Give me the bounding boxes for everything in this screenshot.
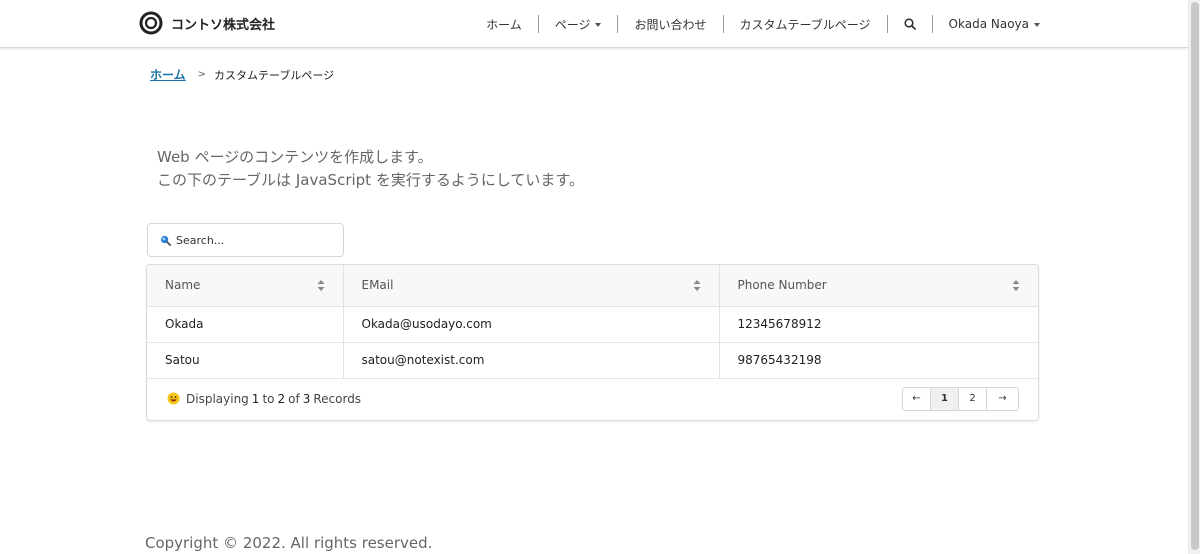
intro-text: Web ページのコンテンツを作成します。 この下のテーブルは JavaScrip… [157, 146, 584, 192]
breadcrumb-separator: > [197, 69, 207, 80]
records-summary: Displaying 1 to 2 of 3 Records [167, 392, 361, 406]
cell-phone: 98765432198 [719, 342, 1038, 379]
nav-custom-table-label: カスタムテーブルページ [739, 17, 871, 32]
sort-icon[interactable] [317, 279, 325, 292]
top-navbar: コントソ株式会社 ホーム ページ お問い合わせ カスタムテーブルページ Okad… [0, 0, 1188, 48]
page-button-2[interactable]: 2 [959, 387, 987, 410]
cell-name: Okada [147, 306, 344, 343]
search-icon [903, 18, 916, 30]
intro-line-1: Web ページのコンテンツを作成します。 [157, 148, 433, 166]
next-page-button[interactable]: → [987, 388, 1018, 410]
records-prefix: Displaying [186, 391, 249, 406]
records-suffix: Records [313, 391, 362, 406]
records-table: Name EMail Phone Number Okada Okada@usod… [146, 264, 1039, 421]
column-header-email-label: EMail [361, 278, 394, 293]
sort-icon[interactable] [1012, 279, 1020, 292]
user-name: Okada Naoya [948, 17, 1029, 31]
intro-line-2: この下のテーブルは JavaScript を実行するようにしています。 [157, 171, 584, 189]
cell-name: Satou [147, 342, 344, 379]
search-input[interactable] [176, 233, 336, 247]
user-menu[interactable]: Okada Naoya [933, 15, 1040, 33]
nav-pages-label: ページ [554, 17, 591, 32]
nav-item-custom-table[interactable]: カスタムテーブルページ [724, 15, 888, 33]
table-row[interactable]: Okada Okada@usodayo.com 12345678912 [147, 306, 1038, 343]
cell-email: satou@notexist.com [343, 342, 720, 379]
records-to-word: to [262, 391, 275, 406]
chevron-down-icon [1034, 23, 1040, 27]
breadcrumb-current: カスタムテーブルページ [214, 68, 335, 82]
ring-logo-icon [139, 11, 163, 35]
breadcrumb-home-link[interactable]: ホーム [150, 66, 186, 83]
column-header-phone[interactable]: Phone Number [719, 265, 1038, 307]
scrollbar-thumb[interactable] [1191, 2, 1199, 550]
cell-email: Okada@usodayo.com [343, 306, 720, 343]
nav-item-contact[interactable]: お問い合わせ [618, 15, 724, 33]
records-total: 3 [302, 391, 311, 406]
vertical-scrollbar[interactable] [1188, 0, 1200, 554]
nav-home-label: ホーム [486, 17, 522, 32]
table-search[interactable] [147, 223, 344, 257]
table-row[interactable]: Satou satou@notexist.com 98765432198 [147, 342, 1038, 379]
column-header-name-label: Name [165, 278, 201, 293]
breadcrumb: ホーム > カスタムテーブルページ [150, 66, 334, 83]
brand-name: コントソ株式会社 [171, 17, 276, 33]
nav-contact-label: お問い合わせ [634, 17, 707, 32]
records-of-word: of [288, 391, 300, 406]
nav-item-home[interactable]: ホーム [486, 15, 539, 33]
prev-page-button[interactable]: ← [903, 387, 931, 410]
column-header-phone-label: Phone Number [737, 278, 827, 293]
column-header-email[interactable]: EMail [343, 265, 720, 307]
chevron-down-icon [595, 23, 602, 27]
brand[interactable]: コントソ株式会社 [139, 11, 275, 35]
main-nav: ホーム ページ お問い合わせ カスタムテーブルページ Okada Naoya [486, 0, 1040, 48]
smiley-icon [167, 392, 180, 405]
nav-item-pages[interactable]: ページ [539, 15, 619, 33]
nav-search-button[interactable] [888, 15, 933, 33]
pagination: ← 1 2 → [902, 386, 1019, 411]
page-button-1[interactable]: 1 [931, 387, 959, 410]
search-icon [160, 235, 171, 246]
table-header-row: Name EMail Phone Number [147, 265, 1038, 307]
copyright: Copyright © 2022. All rights reserved. [145, 534, 433, 552]
records-to: 2 [277, 391, 286, 406]
records-from: 1 [251, 391, 260, 406]
table-footer: Displaying 1 to 2 of 3 Records ← 1 2 → [147, 377, 1038, 420]
sort-icon[interactable] [693, 279, 701, 292]
column-header-name[interactable]: Name [147, 265, 344, 307]
cell-phone: 12345678912 [719, 306, 1038, 343]
